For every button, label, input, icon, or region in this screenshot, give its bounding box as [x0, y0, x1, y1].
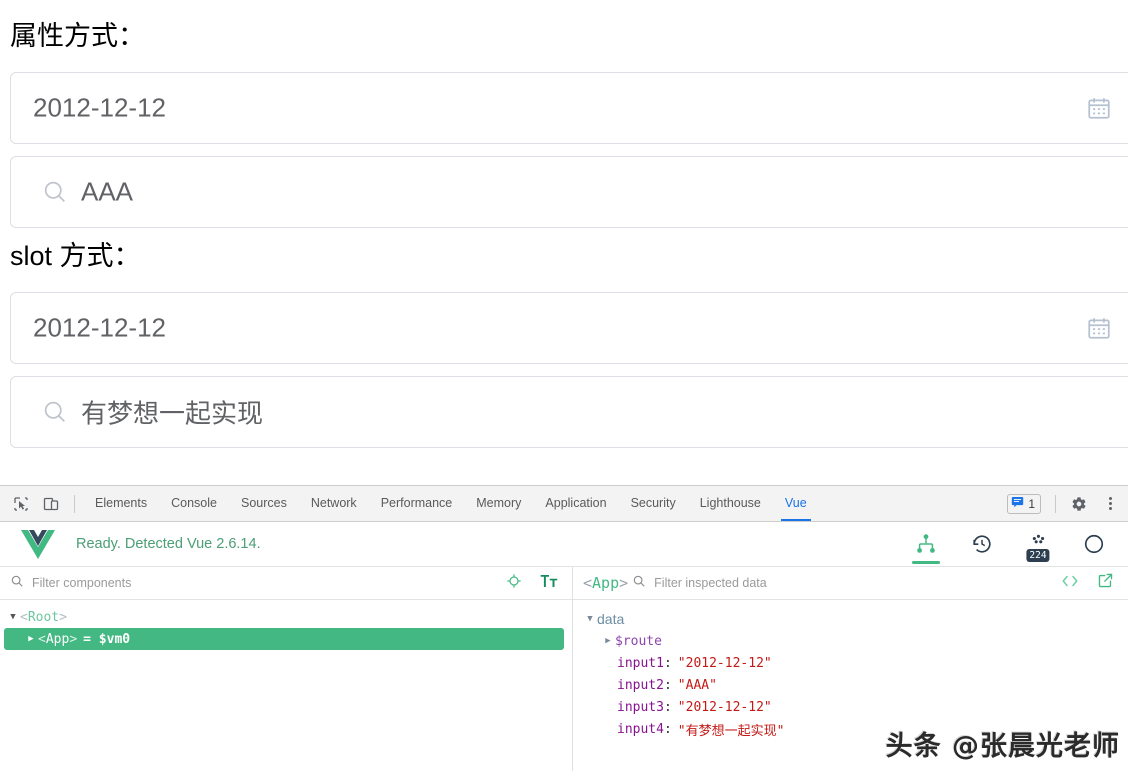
- vue-logo-icon: [20, 528, 56, 560]
- data-row-input3[interactable]: input3: "2012-12-12": [573, 696, 1128, 718]
- search-icon: [41, 178, 69, 206]
- data-row-input4-value: "有梦想一起实现": [678, 720, 785, 739]
- vue-status-text: Ready. Detected Vue 2.6.14.: [76, 536, 261, 552]
- component-tree: ▼ <Root> ▶ <App> = $vm0: [0, 600, 572, 771]
- devtools-tabbar: Elements Console Sources Network Perform…: [0, 486, 1128, 522]
- inspect-element-icon[interactable]: [8, 491, 34, 517]
- data-group-header[interactable]: ▼ data: [573, 608, 1128, 630]
- section-label-slot: slot 方式：: [0, 240, 141, 272]
- inspected-close-bracket: >: [619, 574, 628, 592]
- chevron-down-icon[interactable]: ▼: [6, 612, 20, 622]
- data-row-input3-key: input3: [617, 700, 664, 715]
- gear-icon[interactable]: [1066, 491, 1092, 517]
- tree-row-app-open-bracket: <: [38, 632, 46, 647]
- chevron-right-icon[interactable]: ▶: [601, 636, 615, 646]
- tree-row-root[interactable]: ▼ <Root>: [0, 606, 572, 628]
- calendar-icon[interactable]: [1086, 315, 1112, 341]
- tab-sources[interactable]: Sources: [229, 486, 299, 521]
- tab-elements[interactable]: Elements: [83, 486, 159, 521]
- inspector-filter-bar[interactable]: <App> Filter inspected data: [573, 567, 1128, 600]
- tab-security[interactable]: Security: [619, 486, 688, 521]
- tab-network[interactable]: Network: [299, 486, 369, 521]
- data-row-input2[interactable]: input2: "AAA": [573, 674, 1128, 696]
- inspector-filter-actions: [1061, 572, 1118, 594]
- date-input-attr[interactable]: 2012-12-12: [10, 72, 1128, 144]
- data-row-input2-key: input2: [617, 678, 664, 693]
- component-filter-actions: [506, 573, 562, 594]
- web-page-viewport: 属性方式： 2012-12-12 AA: [0, 0, 1128, 485]
- data-row-input1[interactable]: input1: "2012-12-12": [573, 652, 1128, 674]
- vue-devtools-header: Ready. Detected Vue 2.6.14.: [0, 522, 1128, 567]
- inspector-filter-input[interactable]: Filter inspected data: [654, 576, 767, 590]
- data-row-input4[interactable]: input4: "有梦想一起实现": [573, 718, 1128, 740]
- toolbar-divider: [74, 495, 75, 513]
- search-icon: [632, 574, 646, 593]
- select-component-target-icon[interactable]: [506, 573, 522, 594]
- code-brackets-icon[interactable]: [1061, 574, 1079, 593]
- tree-row-app-name: App: [46, 632, 69, 647]
- inspected-data-list: ▼ data ▶ $route input1: "2012-12-12" inp…: [573, 600, 1128, 771]
- inspected-component-name: App: [592, 574, 619, 592]
- tree-row-app-close-bracket: >: [69, 632, 77, 647]
- tree-row-root-close-bracket: >: [59, 610, 67, 625]
- data-row-route-key: $route: [615, 634, 662, 649]
- chevron-down-icon[interactable]: ▼: [583, 614, 597, 624]
- tree-row-root-open-bracket: <: [20, 610, 28, 625]
- message-count: 1: [1028, 497, 1035, 511]
- inspected-open-bracket: <: [583, 574, 592, 592]
- toolbar-divider-2: [1055, 495, 1056, 513]
- settings-icon[interactable]: [1076, 522, 1112, 566]
- tab-lighthouse[interactable]: Lighthouse: [688, 486, 773, 521]
- kebab-menu-icon[interactable]: [1102, 495, 1118, 513]
- vue-header-icon-group: 224: [908, 522, 1118, 566]
- tab-application[interactable]: Application: [533, 486, 618, 521]
- search-input-slot[interactable]: 有梦想一起实现: [10, 376, 1128, 448]
- date-input-slot-value: 2012-12-12: [33, 313, 166, 344]
- search-input-attr[interactable]: AAA: [10, 156, 1128, 228]
- tree-row-root-name: Root: [28, 610, 59, 625]
- tree-row-app[interactable]: ▶ <App> = $vm0: [4, 628, 564, 650]
- tab-performance[interactable]: Performance: [369, 486, 465, 521]
- tab-vue[interactable]: Vue: [773, 486, 819, 521]
- message-badge[interactable]: 1: [1007, 494, 1041, 514]
- date-input-attr-value: 2012-12-12: [33, 93, 166, 124]
- data-row-input1-key: input1: [617, 656, 664, 671]
- calendar-icon[interactable]: [1086, 95, 1112, 121]
- component-filter-input[interactable]: Filter components: [32, 576, 131, 590]
- time-travel-icon[interactable]: [964, 522, 1000, 566]
- data-row-input2-value: "AAA": [678, 678, 717, 693]
- devtools-tabbar-right: 1: [1007, 491, 1122, 517]
- inspector-pane: <App> Filter inspected data: [573, 567, 1128, 771]
- data-row-input3-value: "2012-12-12": [678, 700, 772, 715]
- section-label-attribute: 属性方式：: [0, 20, 145, 52]
- data-row-input4-key: input4: [617, 722, 664, 737]
- component-tree-pane: Filter components: [0, 567, 573, 771]
- data-row-route[interactable]: ▶ $route: [573, 630, 1128, 652]
- open-in-new-icon[interactable]: [1097, 572, 1114, 594]
- data-group-label: data: [597, 611, 624, 627]
- search-icon: [10, 574, 24, 593]
- date-input-slot[interactable]: 2012-12-12: [10, 292, 1128, 364]
- tab-console[interactable]: Console: [159, 486, 229, 521]
- component-tree-icon[interactable]: [908, 522, 944, 566]
- message-icon: [1011, 495, 1024, 513]
- search-input-slot-value: 有梦想一起实现: [81, 394, 263, 431]
- inspected-component-tag: <App>: [583, 574, 628, 592]
- search-icon: [41, 398, 69, 426]
- text-size-icon[interactable]: [540, 573, 558, 594]
- tab-memory[interactable]: Memory: [464, 486, 533, 521]
- search-input-attr-value: AAA: [81, 177, 133, 208]
- devtools-panel: Elements Console Sources Network Perform…: [0, 485, 1128, 771]
- events-icon[interactable]: 224: [1020, 522, 1056, 566]
- data-row-input1-value: "2012-12-12": [678, 656, 772, 671]
- device-toolbar-icon[interactable]: [38, 491, 64, 517]
- chevron-right-icon[interactable]: ▶: [24, 634, 38, 644]
- component-filter-bar[interactable]: Filter components: [0, 567, 572, 600]
- tree-row-app-vm-ref: = $vm0: [83, 632, 130, 647]
- vue-devtools-body: Filter components: [0, 567, 1128, 771]
- events-count-badge: 224: [1026, 549, 1049, 562]
